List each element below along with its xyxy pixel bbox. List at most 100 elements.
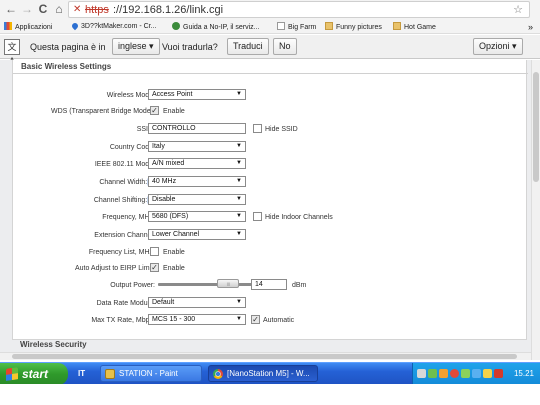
dropbox-icon	[70, 21, 80, 31]
paint-icon	[105, 369, 115, 379]
scrollbar-thumb[interactable]	[533, 72, 539, 182]
windows-logo-icon	[6, 367, 18, 381]
task-chrome[interactable]: [NanoStation M5] - W...	[208, 365, 318, 382]
chrome-icon	[213, 369, 223, 379]
scrollbar-thumb[interactable]	[12, 354, 517, 359]
frequency-list-checkbox[interactable]	[150, 247, 159, 256]
row-ssid: SSID: CONTROLLO Hide SSID	[13, 123, 528, 135]
volume-icon[interactable]	[483, 369, 492, 378]
label-ieee-mode: IEEE 802.11 Mode:	[94, 161, 155, 168]
output-power-slider-handle[interactable]: |||	[217, 279, 240, 288]
more-bookmarks-chevron-icon[interactable]: »	[528, 22, 533, 32]
bookmark-3dprint[interactable]: 3D??ktMaker.com - Cr...	[70, 21, 156, 32]
label-data-rate-module: Data Rate Module:	[96, 300, 155, 307]
translate-prefix: Questa pagina è in	[30, 42, 106, 52]
extension-channel-select[interactable]: Lower Channel	[148, 229, 246, 240]
address-bar[interactable]: ✕ https ://192.168.1.26/link.cgi ☆	[68, 1, 530, 18]
row-max-tx-rate: Max TX Rate, Mbps: MCS 15 - 300 ✓ Automa…	[13, 314, 528, 326]
automatic-label: Automatic	[263, 317, 295, 324]
dns-icon	[172, 22, 180, 30]
country-code-select[interactable]: Italy	[148, 141, 246, 152]
automatic-checkbox[interactable]: ✓	[251, 315, 260, 324]
row-channel-width: Channel Width:[?] 40 MHz	[13, 176, 528, 188]
vertical-scrollbar[interactable]	[531, 60, 540, 360]
translate-question: Vuoi tradurla?	[162, 42, 218, 52]
row-frequency: Frequency, MHz: 5680 (DFS) Hide Indoor C…	[13, 211, 528, 223]
row-wds: WDS (Transparent Bridge Mode): ✓ Enable	[13, 105, 528, 117]
home-icon[interactable]: ⌂	[52, 2, 66, 16]
reload-icon[interactable]: C	[36, 2, 50, 16]
label-auto-adjust: Auto Adjust to EIRP Limit:	[74, 265, 155, 272]
bookmark-star-icon[interactable]: ☆	[513, 3, 523, 17]
ieee-mode-select[interactable]: A/N mixed	[148, 158, 246, 169]
wireless-mode-select[interactable]: Access Point	[148, 89, 246, 100]
label-max-tx-rate: Max TX Rate, Mbps:	[91, 317, 155, 324]
label-channel-width: Channel Width:[?]	[99, 178, 155, 187]
translate-icon: 文A	[4, 39, 20, 66]
insecure-lock-icon: ✕	[73, 4, 82, 15]
wds-enable-label: Enable	[163, 108, 185, 115]
url-protocol: https	[85, 4, 109, 16]
security-icon[interactable]	[439, 369, 448, 378]
auto-adjust-enable-label: Enable	[163, 265, 185, 272]
folder-icon	[393, 22, 401, 30]
row-extension-channel: Extension Channel: Lower Channel	[13, 229, 528, 241]
output-power-input[interactable]: 14	[251, 279, 287, 290]
frequency-select[interactable]: 5680 (DFS)	[148, 211, 246, 222]
antivirus-icon[interactable]	[450, 369, 459, 378]
language-indicator[interactable]: IT	[78, 368, 85, 380]
row-country-code: Country Code: Italy	[13, 141, 528, 153]
auto-adjust-checkbox[interactable]: ✓	[150, 263, 159, 272]
data-rate-module-select[interactable]: Default	[148, 297, 246, 308]
bookmark-funny-pictures[interactable]: Funny pictures	[325, 22, 382, 33]
task-paint[interactable]: STATION - Paint	[100, 365, 202, 382]
label-extension-channel: Extension Channel:	[94, 232, 155, 239]
row-auto-adjust: Auto Adjust to EIRP Limit: ✓ Enable	[13, 262, 528, 274]
bookmark-hot-game[interactable]: Hot Game	[393, 22, 436, 33]
label-output-power: Output Power:	[110, 282, 155, 289]
hide-ssid-checkbox[interactable]	[253, 124, 262, 133]
max-tx-rate-select[interactable]: MCS 15 - 300	[148, 314, 246, 325]
section-divider	[13, 73, 528, 74]
chevron-down-icon: ▾	[149, 41, 154, 51]
url-path: ://192.168.1.26/link.cgi	[113, 4, 224, 16]
chevron-down-icon: ▾	[512, 41, 517, 51]
display-icon[interactable]	[472, 369, 481, 378]
bookmark-bigfarm[interactable]: Big Farm	[277, 22, 316, 33]
options-button[interactable]: Opzioni ▾	[473, 38, 523, 55]
row-data-rate-module: Data Rate Module: Default	[13, 297, 528, 309]
hide-indoor-channels-checkbox[interactable]	[253, 212, 262, 221]
bookmark-apps[interactable]: Applicazioni	[4, 22, 52, 33]
horizontal-scrollbar[interactable]	[0, 352, 531, 360]
output-power-slider[interactable]	[158, 283, 254, 286]
wds-checkbox[interactable]: ✓	[150, 106, 159, 115]
shield-icon[interactable]	[494, 369, 503, 378]
hide-ssid-label: Hide SSID	[265, 126, 298, 133]
forward-arrow-icon[interactable]: →	[20, 2, 34, 16]
clock: 15.21	[513, 369, 534, 378]
translate-button[interactable]: Traduci	[227, 38, 269, 55]
ssid-input[interactable]: CONTROLLO	[148, 123, 246, 134]
channel-shifting-select[interactable]: Disable	[148, 194, 246, 205]
language-select[interactable]: inglese ▾	[112, 38, 160, 55]
apps-icon	[4, 22, 12, 30]
network-icon[interactable]	[428, 369, 437, 378]
label-frequency-list: Frequency List, MHz:	[88, 249, 155, 256]
blank-area	[0, 384, 540, 405]
row-channel-shifting: Channel Shifting:[?] Disable	[13, 194, 528, 206]
row-wireless-mode: Wireless Mode: Access Point	[13, 89, 528, 101]
bookmarks-bar: Applicazioni 3D??ktMaker.com - Cr... Gui…	[0, 20, 540, 34]
folder-icon	[325, 22, 333, 30]
row-frequency-list: Frequency List, MHz: Enable	[13, 246, 528, 258]
frequency-list-enable-label: Enable	[163, 249, 185, 256]
help-icon[interactable]	[417, 369, 426, 378]
no-button[interactable]: No	[273, 38, 297, 55]
bookmark-noip[interactable]: Guida a No-IP, il serviz...	[172, 22, 260, 33]
browser-toolbar: ← → C ⌂ ✕ https ://192.168.1.26/link.cgi…	[0, 0, 540, 20]
page-icon	[277, 22, 285, 30]
start-button[interactable]: start	[0, 363, 68, 385]
channel-width-select[interactable]: 40 MHz	[148, 176, 246, 187]
update-icon[interactable]	[461, 369, 470, 378]
label-channel-shifting: Channel Shifting:[?]	[94, 196, 155, 205]
back-arrow-icon[interactable]: ←	[4, 2, 18, 16]
